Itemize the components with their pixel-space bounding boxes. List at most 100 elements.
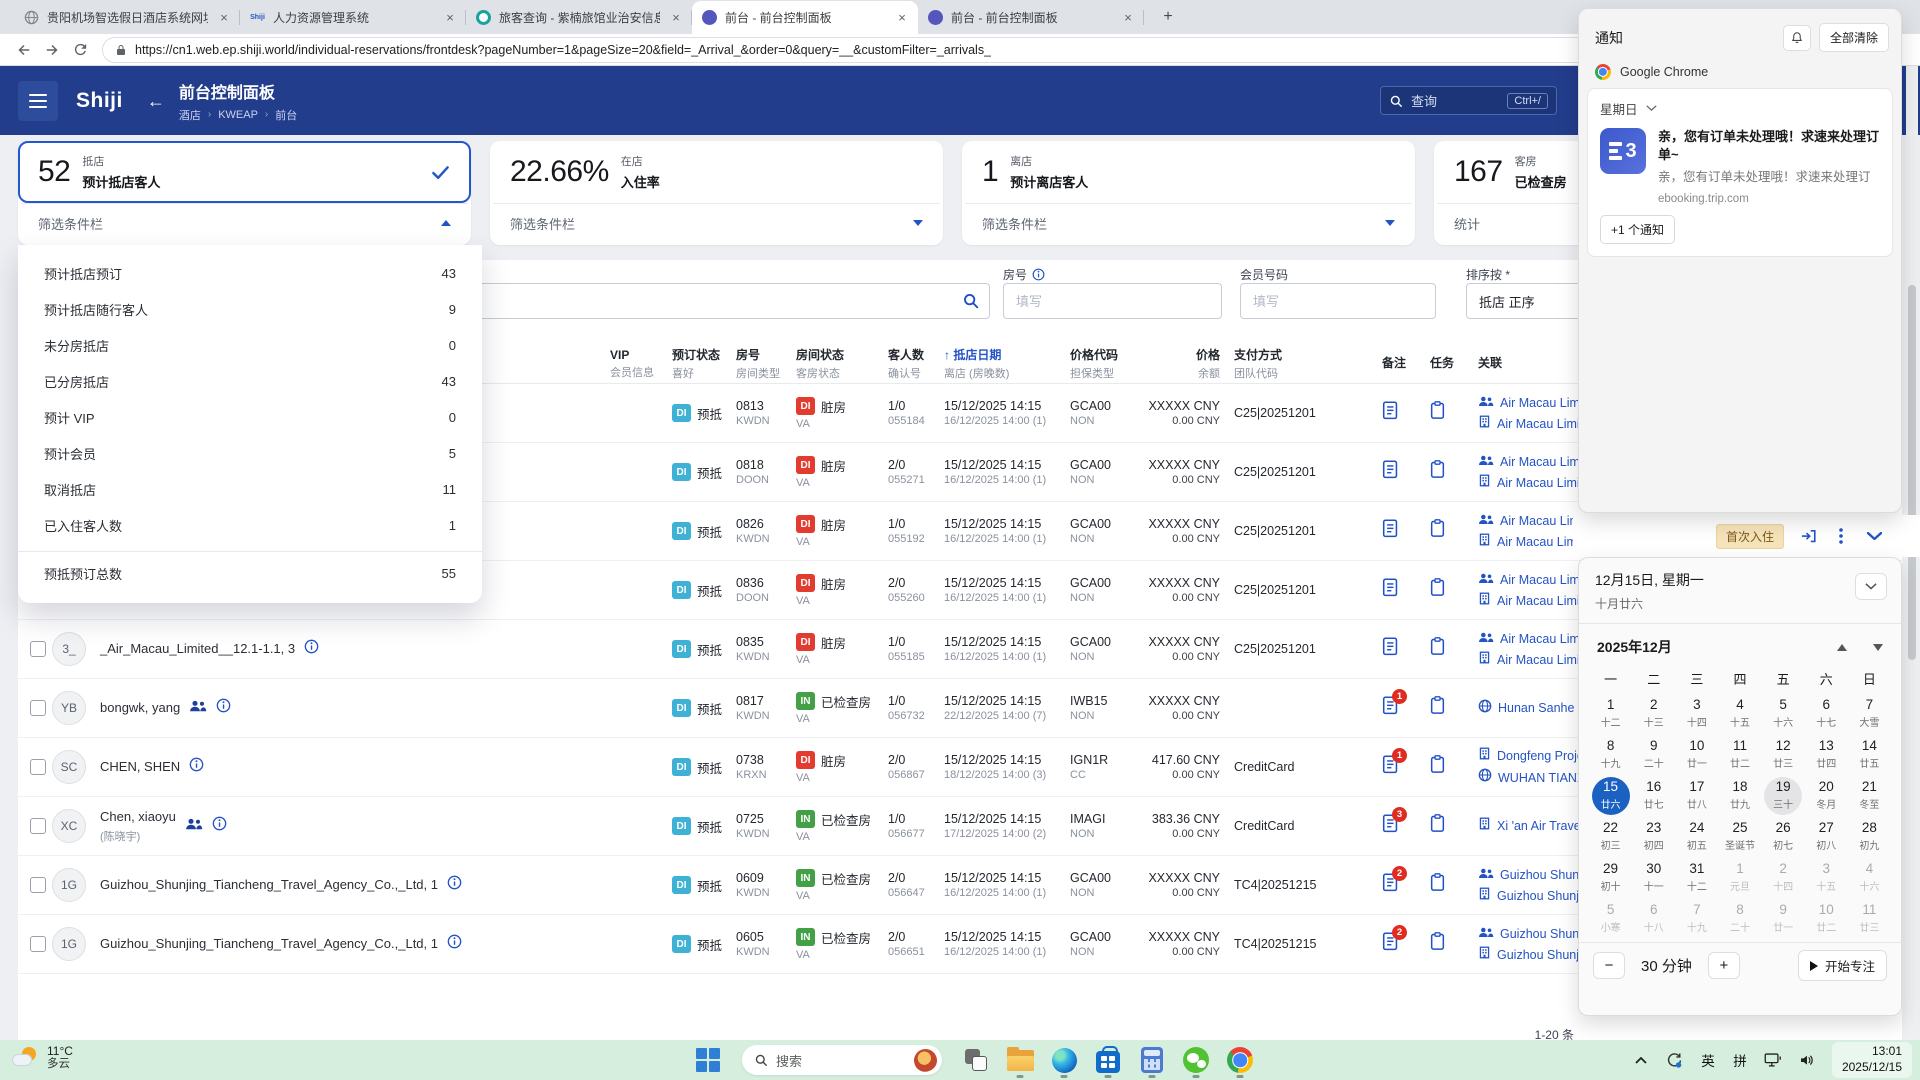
forward-icon[interactable] <box>38 36 66 64</box>
task-clipboard-icon[interactable] <box>1430 460 1445 478</box>
task-clipboard-icon[interactable] <box>1430 519 1445 537</box>
column-header[interactable]: 价格余额 <box>1134 346 1234 381</box>
column-header[interactable]: 价格代码担保类型 <box>1070 346 1134 381</box>
room-number-input[interactable] <box>1003 283 1222 319</box>
start-focus-button[interactable]: 开始专注 <box>1798 950 1887 981</box>
calendar-day[interactable]: 29初十 <box>1589 857 1632 898</box>
note-icon[interactable]: 2 <box>1382 873 1399 892</box>
row-checkbox[interactable] <box>30 759 46 775</box>
note-icon[interactable]: 1 <box>1382 696 1399 715</box>
calendar-day[interactable]: 31十二 <box>1675 857 1718 898</box>
task-clipboard-icon[interactable] <box>1430 814 1445 832</box>
browser-tab-3[interactable]: 旅客查询 - 紫楠旅馆业治安信息管× <box>466 1 692 34</box>
search-icon[interactable] <box>962 292 979 314</box>
focus-increase-button[interactable]: + <box>1708 952 1740 979</box>
column-header[interactable]: 支付方式团队代码 <box>1234 346 1382 381</box>
calendar-day[interactable]: 28初九 <box>1848 816 1891 857</box>
calendar-day[interactable]: 6十七 <box>1805 693 1848 734</box>
task-clipboard-icon[interactable] <box>1430 755 1445 773</box>
more-notifications-button[interactable]: +1 个通知 <box>1600 215 1675 244</box>
row-checkbox[interactable] <box>30 936 46 952</box>
new-tab-button[interactable]: + <box>1156 5 1180 29</box>
calendar-day[interactable]: 3十四 <box>1675 693 1718 734</box>
task-clipboard-icon[interactable] <box>1430 873 1445 891</box>
note-icon[interactable] <box>1382 578 1399 597</box>
notification-card[interactable]: 星期日 3 亲，您有订单未处理哦！求速来处理订单~ 亲，您有订单未处理哦！求速来… <box>1587 88 1893 257</box>
clear-all-button[interactable]: 全部清除 <box>1819 23 1889 52</box>
global-search[interactable]: 查询 Ctrl+/ <box>1380 86 1557 115</box>
note-icon[interactable] <box>1382 460 1399 479</box>
calendar-day[interactable]: 2十三 <box>1632 693 1675 734</box>
calendar-day[interactable]: 11廿二 <box>1718 734 1761 775</box>
sync-update-icon[interactable] <box>1662 1046 1688 1074</box>
card-arrivals[interactable]: 52 抵店 预计抵店客人 筛选条件栏 <box>18 141 471 245</box>
filter-bar-toggle[interactable]: 筛选条件栏 <box>490 204 943 242</box>
calendar-day[interactable]: 21冬至 <box>1848 775 1891 816</box>
column-header[interactable]: 备注 <box>1382 354 1430 373</box>
column-header[interactable]: 房号房间类型 <box>736 346 796 381</box>
card-occupancy[interactable]: 22.66% 在店 入住率 筛选条件栏 <box>490 141 943 245</box>
calendar-day[interactable]: 10廿二 <box>1805 898 1848 939</box>
calendar-day[interactable]: 25圣诞节 <box>1718 816 1761 857</box>
collapse-chevron-icon[interactable] <box>1867 532 1882 541</box>
calendar-day[interactable]: 3十五 <box>1805 857 1848 898</box>
note-icon[interactable] <box>1382 637 1399 656</box>
browser-tab-4[interactable]: 前台 - 前台控制面板× <box>692 1 918 34</box>
hidden-icons-chevron[interactable] <box>1628 1046 1654 1074</box>
calendar-day[interactable]: 17廿八 <box>1675 775 1718 816</box>
close-tab-icon[interactable]: × <box>1120 10 1136 25</box>
info-icon[interactable] <box>212 816 227 836</box>
calendar-day[interactable]: 23初四 <box>1632 816 1675 857</box>
chrome-button[interactable] <box>1218 1040 1262 1080</box>
breadcrumb-property[interactable]: KWEAP <box>218 109 258 121</box>
close-tab-icon[interactable]: × <box>894 10 910 25</box>
check-in-drawer-icon[interactable] <box>1801 529 1817 543</box>
calendar-day[interactable]: 18廿九 <box>1718 775 1761 816</box>
calendar-day[interactable]: 2十四 <box>1762 857 1805 898</box>
microsoft-store-button[interactable] <box>1086 1040 1130 1080</box>
calendar-day[interactable]: 5十六 <box>1762 693 1805 734</box>
calendar-day[interactable]: 9廿一 <box>1762 898 1805 939</box>
browser-tab-5[interactable]: 前台 - 前台控制面板× <box>918 1 1144 34</box>
dropdown-item[interactable]: 未分房抵店0 <box>18 327 482 363</box>
column-header[interactable]: 房间状态客房状态 <box>796 346 888 381</box>
menu-icon[interactable] <box>18 81 58 121</box>
info-icon[interactable] <box>216 698 231 718</box>
taskbar-weather[interactable]: 11°C 多云 <box>12 1044 73 1072</box>
info-icon[interactable] <box>1032 268 1045 281</box>
dropdown-item[interactable]: 预计会员5 <box>18 435 482 471</box>
close-tab-icon[interactable]: × <box>668 10 684 25</box>
card-departures[interactable]: 1 离店 预计离店客人 筛选条件栏 <box>962 141 1415 245</box>
notification-group[interactable]: 星期日 <box>1600 99 1880 118</box>
calendar-day[interactable]: 6十八 <box>1632 898 1675 939</box>
calendar-day[interactable]: 8十九 <box>1589 734 1632 775</box>
calendar-day[interactable]: 27初八 <box>1805 816 1848 857</box>
taskbar-search[interactable]: 搜索 <box>742 1045 942 1075</box>
breadcrumb-hotel[interactable]: 酒店 <box>179 107 201 123</box>
calendar-day[interactable]: 11廿三 <box>1848 898 1891 939</box>
note-icon[interactable] <box>1382 401 1399 420</box>
row-checkbox[interactable] <box>30 818 46 834</box>
dropdown-item[interactable]: 已分房抵店43 <box>18 363 482 399</box>
dropdown-item[interactable]: 预计抵店随行客人9 <box>18 291 482 327</box>
calendar-day[interactable]: 19三十 <box>1762 775 1805 816</box>
note-icon[interactable]: 2 <box>1382 932 1399 951</box>
info-icon[interactable] <box>447 934 462 954</box>
calendar-day[interactable]: 5小寒 <box>1589 898 1632 939</box>
task-view-button[interactable] <box>954 1040 998 1080</box>
calendar-day[interactable]: 1元旦 <box>1718 857 1761 898</box>
scrollbar-thumb[interactable] <box>1908 285 1916 660</box>
calendar-day[interactable]: 14廿五 <box>1848 734 1891 775</box>
back-icon[interactable] <box>10 36 38 64</box>
row-checkbox[interactable] <box>30 700 46 716</box>
note-icon[interactable]: 1 <box>1382 755 1399 774</box>
calendar-day[interactable]: 30十一 <box>1632 857 1675 898</box>
network-icon[interactable] <box>1760 1046 1786 1074</box>
taskbar-clock[interactable]: 13:01 2025/12/15 <box>1832 1042 1912 1077</box>
volume-icon[interactable] <box>1794 1046 1820 1074</box>
notification-settings-icon[interactable] <box>1783 25 1811 51</box>
filter-bar-toggle[interactable]: 筛选条件栏 <box>962 204 1415 242</box>
calendar-day[interactable]: 4十六 <box>1848 857 1891 898</box>
calendar-day[interactable]: 8二十 <box>1718 898 1761 939</box>
column-header[interactable]: 客人数确认号 <box>888 346 944 381</box>
